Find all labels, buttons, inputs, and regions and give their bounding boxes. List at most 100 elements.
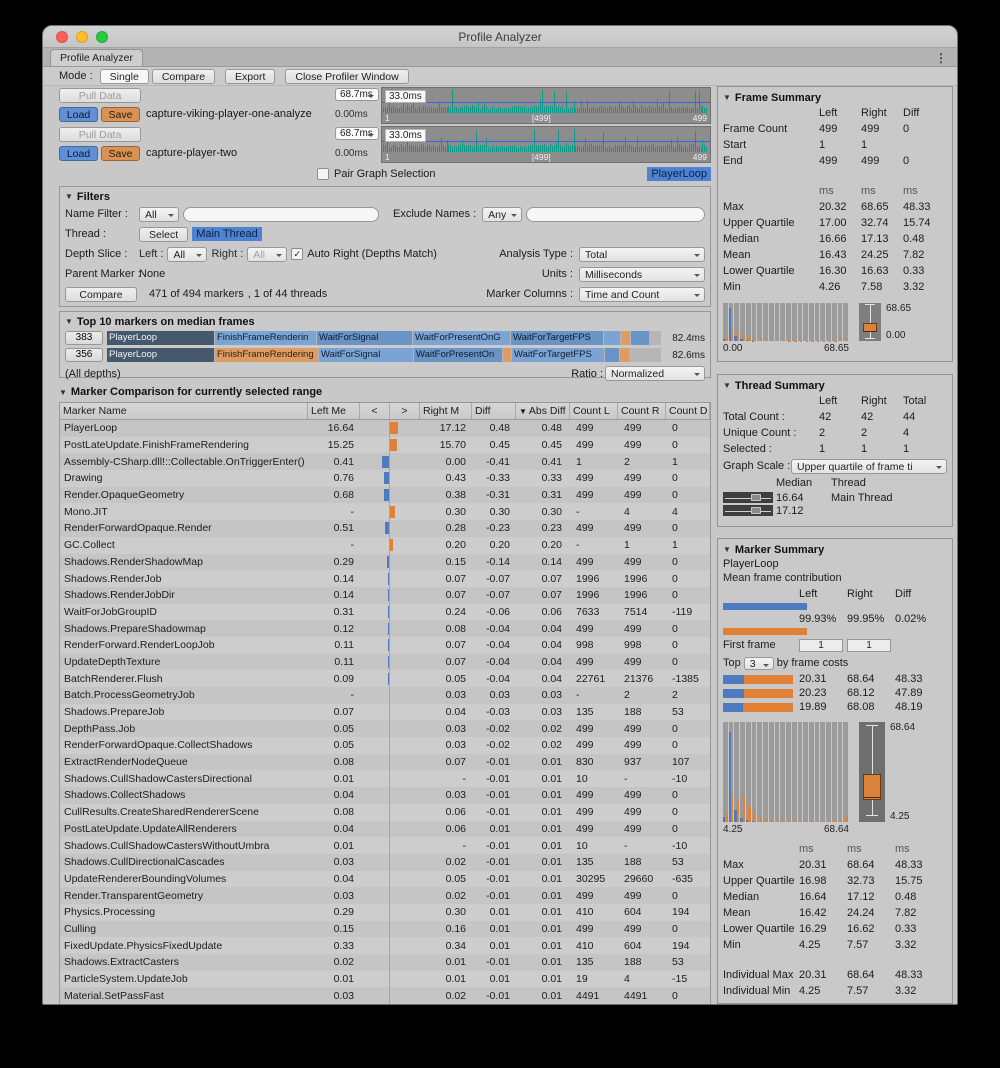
close-window-button[interactable] (56, 31, 68, 43)
table-row[interactable]: PostLateUpdate.FinishFrameRendering15.25… (60, 437, 710, 454)
col-marker-name[interactable]: Marker Name (60, 403, 308, 419)
table-row[interactable]: DepthPass.Job0.050.03-0.020.024994990 (60, 720, 710, 737)
foldout-icon[interactable]: ▼ (65, 317, 73, 326)
frame-cost-row[interactable]: 19.8968.0848.19 (723, 700, 947, 714)
marker-segment[interactable] (620, 348, 629, 362)
marker-segment[interactable]: WaitForPresentOnG (413, 331, 510, 345)
zoom-window-button[interactable] (96, 31, 108, 43)
marker-segment[interactable] (631, 331, 649, 345)
graph-scale-dropdown[interactable]: 68.7ms (335, 127, 379, 140)
foldout-icon[interactable]: ▼ (65, 192, 73, 201)
marker-segment[interactable]: FinishFrameRenderin (215, 331, 316, 345)
table-row[interactable]: Drawing0.760.43-0.330.334994990 (60, 470, 710, 487)
first-frame-right-button[interactable]: 1 (847, 639, 891, 652)
frame-time-graph[interactable]: 33.0ms 1 [499] 499 (381, 126, 711, 163)
marker-segment[interactable] (604, 331, 620, 345)
marker-segment[interactable]: WaitForTargetFPS (512, 348, 604, 362)
first-frame-left-button[interactable]: 1 (799, 639, 843, 652)
tab-profile-analyzer[interactable]: Profile Analyzer (50, 49, 143, 66)
mode-single-button[interactable]: Single (100, 69, 149, 84)
table-row[interactable]: Shadows.PrepareJob0.070.04-0.030.0313518… (60, 704, 710, 721)
minimize-window-button[interactable] (76, 31, 88, 43)
top-count-dropdown[interactable]: 3 (744, 657, 774, 670)
pull-data-button[interactable]: Pull Data (59, 127, 141, 142)
table-row[interactable]: RenderForwardOpaque.Render0.510.28-0.230… (60, 520, 710, 537)
depth-left-dropdown[interactable]: All (167, 247, 207, 262)
frame-time-graph[interactable]: 33.0ms 1 [499] 499 (381, 87, 711, 124)
thread-summary-header[interactable]: ▼ Thread Summary (723, 378, 947, 393)
frame-time-histogram[interactable] (723, 303, 849, 341)
units-dropdown[interactable]: Milliseconds (579, 267, 705, 282)
close-profiler-window-button[interactable]: Close Profiler Window (285, 69, 408, 84)
marker-segment[interactable] (503, 348, 511, 362)
frame-index-button[interactable]: 383 (65, 331, 103, 345)
foldout-icon[interactable]: ▼ (59, 388, 67, 397)
marker-summary-header[interactable]: ▼ Marker Summary (723, 542, 947, 557)
marker-segment[interactable]: WaitForPresentOn (414, 348, 502, 362)
exclude-names-input[interactable] (526, 207, 705, 222)
marker-segment[interactable]: WaitForSignal (317, 331, 412, 345)
export-button[interactable]: Export (225, 69, 275, 84)
table-row[interactable]: Shadows.CullShadowCastersDirectional0.01… (60, 770, 710, 787)
col-diff[interactable]: Diff (472, 403, 516, 419)
table-row[interactable]: Shadows.CullDirectionalCascades0.030.02-… (60, 854, 710, 871)
table-row[interactable]: FixedUpdate.PhysicsFixedUpdate0.330.340.… (60, 937, 710, 954)
table-row[interactable]: GC.Collect-0.200.200.20-11 (60, 537, 710, 554)
marker-time-histogram[interactable] (723, 722, 849, 822)
table-row[interactable]: BatchRenderer.Flush0.090.05-0.040.042276… (60, 670, 710, 687)
selected-thread-label[interactable]: Main Thread (192, 227, 262, 241)
compare-button[interactable]: Compare (65, 287, 137, 302)
auto-right-checkbox[interactable]: ✓ (291, 248, 303, 260)
comparison-header[interactable]: ▼ Marker Comparison for currently select… (59, 384, 711, 400)
table-row[interactable]: RenderForwardOpaque.CollectShadows0.050.… (60, 737, 710, 754)
table-row[interactable]: Culling0.150.160.010.014994990 (60, 921, 710, 938)
col-count-left[interactable]: Count L (570, 403, 618, 419)
col-count-right[interactable]: Count R (618, 403, 666, 419)
foldout-icon[interactable]: ▼ (723, 93, 731, 102)
col-count-delta[interactable]: Count D (666, 403, 710, 419)
col-abs-diff[interactable]: ▼Abs Diff (516, 403, 570, 419)
table-row[interactable]: Physics.Processing0.290.300.010.01410604… (60, 904, 710, 921)
table-row[interactable]: Shadows.RenderJob0.140.07-0.070.07199619… (60, 570, 710, 587)
table-row[interactable]: Mono.JIT-0.300.300.30-44 (60, 503, 710, 520)
table-row[interactable]: Render.TransparentGeometry0.030.02-0.010… (60, 887, 710, 904)
frame-cost-row[interactable]: 20.2368.1247.89 (723, 686, 947, 700)
top10-header[interactable]: ▼ Top 10 markers on median frames (65, 314, 705, 329)
table-row[interactable]: ParticleSystem.UpdateJob0.010.010.010.01… (60, 971, 710, 988)
mode-compare-button[interactable]: Compare (152, 69, 215, 84)
depth-right-dropdown[interactable]: All (247, 247, 287, 262)
marker-segment[interactable]: PlayerLoop (107, 331, 214, 345)
table-row[interactable]: Shadows.CollectShadows0.040.03-0.010.014… (60, 787, 710, 804)
marker-segment[interactable]: PlayerLoop (107, 348, 214, 362)
marker-segment[interactable]: WaitForSignal (319, 348, 413, 362)
load-button[interactable]: Load (59, 107, 98, 122)
ratio-dropdown[interactable]: Normalized (605, 366, 705, 381)
thread-row[interactable]: 16.64Main Thread (723, 491, 947, 504)
graph-scale-dropdown[interactable]: 68.7ms (335, 88, 379, 101)
table-row[interactable]: ExtractRenderNodeQueue0.080.07-0.010.018… (60, 754, 710, 771)
table-row[interactable]: RenderForward.RenderLoopJob0.110.07-0.04… (60, 637, 710, 654)
table-row[interactable]: Shadows.PrepareShadowmap0.120.08-0.040.0… (60, 620, 710, 637)
table-row[interactable]: Shadows.RenderShadowMap0.290.15-0.140.14… (60, 554, 710, 571)
foldout-icon[interactable]: ▼ (723, 545, 731, 554)
frame-time-boxplot[interactable] (859, 303, 881, 341)
col-right-median[interactable]: Right M (420, 403, 472, 419)
foldout-icon[interactable]: ▼ (723, 381, 731, 390)
selected-marker-label[interactable]: PlayerLoop (647, 167, 711, 181)
table-row[interactable]: Render.OpaqueGeometry0.680.38-0.310.3149… (60, 487, 710, 504)
table-row[interactable]: WaitForJobGroupID0.310.24-0.060.06763375… (60, 604, 710, 621)
kebab-menu-icon[interactable]: ⋮ (935, 51, 947, 65)
exclude-mode-dropdown[interactable]: Any (482, 207, 522, 222)
name-filter-input[interactable] (183, 207, 379, 222)
marker-columns-dropdown[interactable]: Time and Count (579, 287, 705, 302)
marker-time-boxplot[interactable] (859, 722, 885, 822)
table-row[interactable]: CullResults.CreateSharedRendererScene0.0… (60, 804, 710, 821)
col-right-bars[interactable]: > (390, 403, 420, 419)
save-button[interactable]: Save (101, 107, 140, 122)
marker-segment[interactable]: WaitForTargetFPS (511, 331, 603, 345)
table-row[interactable]: UpdateRendererBoundingVolumes0.040.05-0.… (60, 871, 710, 888)
name-filter-mode-dropdown[interactable]: All (139, 207, 179, 222)
titlebar[interactable]: Profile Analyzer (43, 26, 957, 48)
table-row[interactable]: UpdateDepthTexture0.110.07-0.040.0449949… (60, 654, 710, 671)
graph-scale-dropdown[interactable]: Upper quartile of frame ti (791, 459, 947, 474)
